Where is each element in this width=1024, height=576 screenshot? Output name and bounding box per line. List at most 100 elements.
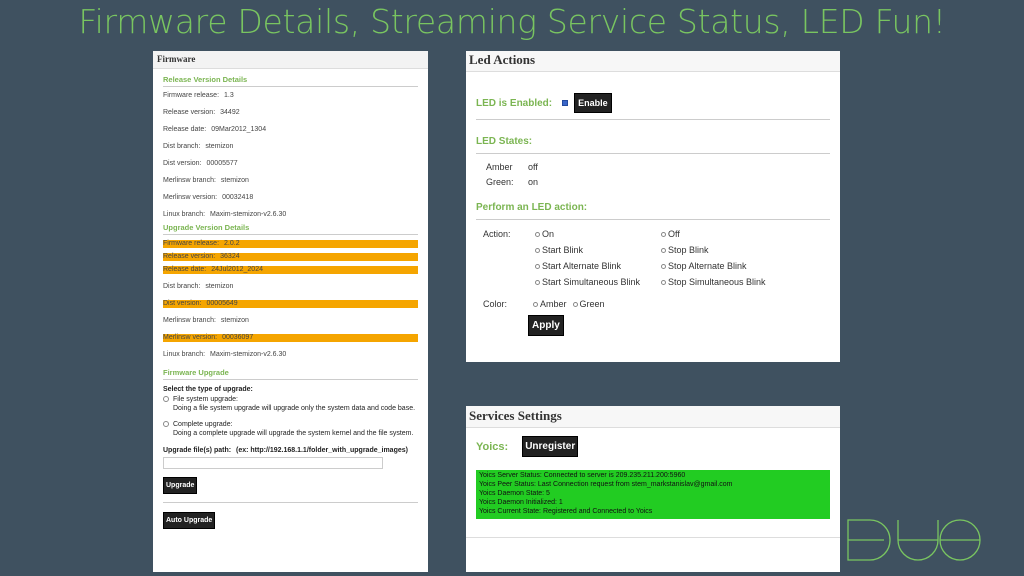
upgrade-label: Dist branch: bbox=[163, 283, 201, 290]
release-row: Merlinsw branch: stemizon bbox=[163, 172, 418, 189]
color-option-green[interactable]: Green bbox=[567, 296, 605, 312]
firmware-upgrade-section-title: Firmware Upgrade bbox=[163, 368, 418, 380]
action-radio[interactable] bbox=[535, 280, 540, 286]
upgrade-row: Merlinsw branch: stemizon bbox=[163, 312, 418, 329]
apply-button[interactable]: Apply bbox=[528, 315, 564, 336]
led-states-title: LED States: bbox=[476, 136, 830, 154]
complete-upgrade-radio[interactable] bbox=[163, 421, 169, 428]
action-option[interactable]: Start Blink bbox=[535, 242, 661, 258]
color-amber-radio[interactable] bbox=[533, 302, 538, 308]
complete-upgrade-description: Doing a complete upgrade will upgrade th… bbox=[173, 430, 414, 437]
upgrade-row: Dist branch: stemizon bbox=[163, 278, 418, 295]
yoics-status-line: Yoics Server Status: Connected to server… bbox=[479, 472, 686, 479]
action-option[interactable]: Stop Blink bbox=[661, 242, 766, 258]
led-state-name: Green: bbox=[486, 177, 514, 187]
action-radio[interactable] bbox=[535, 264, 540, 270]
upgrade-value: 36324 bbox=[220, 253, 240, 260]
action-radio[interactable] bbox=[661, 280, 666, 286]
led-state-row: Green: on bbox=[486, 175, 820, 190]
release-row: Dist version: 00005577 bbox=[163, 155, 418, 172]
action-radio[interactable] bbox=[661, 232, 666, 238]
action-option[interactable]: Start Simultaneous Blink bbox=[535, 274, 661, 290]
yoics-status-line: Yoics Current State: Registered and Conn… bbox=[479, 508, 653, 515]
upgrade-label: Release version: bbox=[163, 253, 216, 260]
release-row: Linux branch: Maxim-stemizon-v2.6.30 bbox=[163, 206, 418, 223]
led-panel-title: Led Actions bbox=[466, 51, 840, 72]
action-option[interactable]: On bbox=[535, 226, 661, 242]
firmware-panel-title: Firmware bbox=[153, 51, 428, 69]
action-option-label: On bbox=[542, 229, 555, 239]
action-radio[interactable] bbox=[661, 248, 666, 254]
action-label: Action: bbox=[483, 229, 511, 239]
divider bbox=[466, 537, 840, 538]
action-radio[interactable] bbox=[535, 232, 540, 238]
color-green-radio[interactable] bbox=[572, 302, 578, 308]
led-enabled-label: LED is Enabled: bbox=[476, 97, 553, 109]
upgrade-value: 00036097 bbox=[222, 334, 254, 341]
action-radio[interactable] bbox=[535, 248, 540, 254]
action-option-label: Stop Alternate Blink bbox=[668, 261, 747, 271]
file-system-upgrade-label: File system upgrade: bbox=[173, 396, 238, 403]
upgrade-row: Dist version: 00005649 bbox=[163, 300, 418, 308]
action-option-label: Start Alternate Blink bbox=[542, 261, 622, 271]
release-value: 00032418 bbox=[222, 194, 254, 201]
upgrade-row: Release version: 36324 bbox=[163, 253, 418, 261]
upgrade-path-input[interactable] bbox=[163, 457, 383, 469]
upgrade-path-row: Upgrade file(s) path: (ex: http://192.16… bbox=[163, 447, 418, 454]
release-version-list: Firmware release: 1.3 Release version: 3449… bbox=[153, 87, 428, 223]
action-option-label: Stop Simultaneous Blink bbox=[668, 277, 766, 287]
auto-upgrade-button[interactable]: Auto Upgrade bbox=[163, 512, 216, 529]
upgrade-value: 00005649 bbox=[206, 300, 238, 307]
complete-upgrade-label: Complete upgrade: bbox=[173, 421, 233, 428]
release-value: 34492 bbox=[220, 109, 240, 116]
services-settings-panel: Services Settings Yoics: Unregister Yoic… bbox=[466, 406, 840, 572]
upgrade-label: Firmware release: bbox=[163, 240, 220, 247]
release-row: Firmware release: 1.3 bbox=[163, 87, 418, 104]
color-label: Color: bbox=[483, 299, 508, 309]
file-system-upgrade-radio[interactable] bbox=[163, 396, 169, 403]
led-actions-panel: Led Actions LED is Enabled: Enable LED S… bbox=[466, 51, 840, 362]
release-label: Merlinsw branch: bbox=[163, 177, 216, 184]
file-system-upgrade-option[interactable]: File system upgrade: Doing a file system… bbox=[163, 395, 418, 413]
action-option[interactable]: Off bbox=[661, 226, 766, 242]
spacer bbox=[483, 258, 535, 274]
unregister-button[interactable]: Unregister bbox=[522, 436, 579, 457]
upgrade-label: Release date: bbox=[163, 266, 207, 273]
action-radio[interactable] bbox=[661, 264, 666, 270]
release-label: Firmware release: bbox=[163, 92, 220, 99]
upgrade-value: stemizon bbox=[220, 317, 249, 324]
upgrade-row: Merlinsw version: 00036097 bbox=[163, 334, 418, 342]
release-row: Release version: 34492 bbox=[163, 104, 418, 121]
upgrade-label: Merlinsw branch: bbox=[163, 317, 216, 324]
divider bbox=[163, 502, 418, 503]
upgrade-value: 24Jul2012_2024 bbox=[211, 266, 263, 273]
led-color-table: Color: Amber Green bbox=[483, 296, 605, 312]
action-option-label: Start Blink bbox=[542, 245, 584, 255]
upgrade-button[interactable]: Upgrade bbox=[163, 477, 198, 494]
led-state-name: Amber bbox=[486, 162, 513, 172]
action-option[interactable]: Start Alternate Blink bbox=[535, 258, 661, 274]
yoics-status-line: Yoics Peer Status: Last Connection reque… bbox=[479, 481, 733, 488]
led-states-list: Amber off Green: on bbox=[466, 160, 840, 190]
led-action-table: Action: On Off Start Blink Stop Blink Start A… bbox=[483, 226, 766, 290]
duo-logo-icon bbox=[847, 519, 981, 561]
led-state-value: on bbox=[528, 177, 539, 187]
enable-button[interactable]: Enable bbox=[574, 93, 612, 113]
release-value: stemizon bbox=[220, 177, 249, 184]
action-option[interactable]: Stop Alternate Blink bbox=[661, 258, 766, 274]
release-label: Merlinsw version: bbox=[163, 194, 218, 201]
release-value: stemizon bbox=[205, 143, 234, 150]
firmware-panel: Firmware Release Version Details Firmwar… bbox=[153, 51, 428, 572]
color-option-amber[interactable]: Amber bbox=[533, 296, 567, 312]
release-value: 1.3 bbox=[224, 92, 234, 99]
spacer bbox=[483, 274, 535, 290]
action-option-label: Start Simultaneous Blink bbox=[542, 277, 641, 287]
complete-upgrade-option[interactable]: Complete upgrade: Doing a complete upgra… bbox=[163, 420, 418, 438]
yoics-status-line: Yoics Daemon State: 5 bbox=[479, 490, 550, 497]
release-row: Merlinsw version: 00032418 bbox=[163, 189, 418, 206]
yoics-label: Yoics: bbox=[476, 440, 509, 453]
led-enabled-row: LED is Enabled: Enable bbox=[476, 93, 830, 120]
action-option[interactable]: Stop Simultaneous Blink bbox=[661, 274, 766, 290]
led-enabled-checkbox[interactable] bbox=[562, 100, 569, 106]
file-system-upgrade-description: Doing a file system upgrade will upgrade… bbox=[173, 405, 416, 412]
